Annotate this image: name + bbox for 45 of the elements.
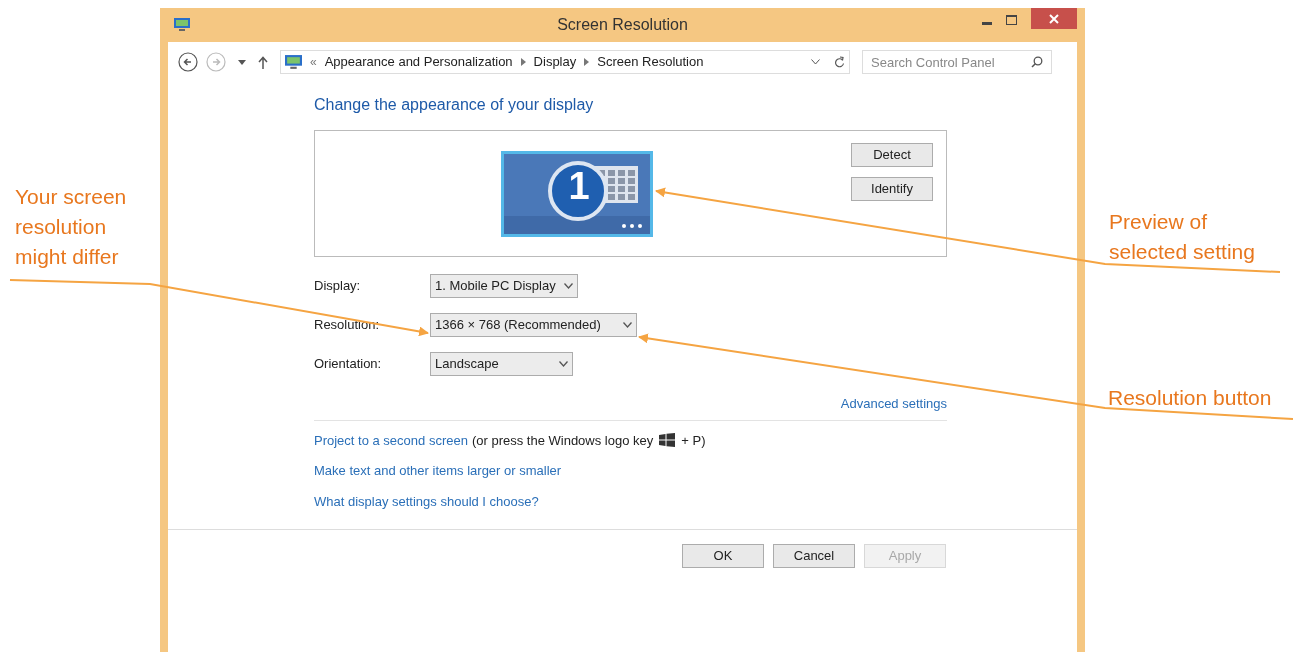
search-icon: [1031, 55, 1043, 68]
page-heading: Change the appearance of your display: [314, 95, 595, 115]
field-label: Display:: [314, 277, 362, 296]
callout-label: Your screen resolution might differ: [15, 184, 128, 270]
breadcrumb-separator-icon[interactable]: [520, 58, 526, 66]
monitor-icon: [285, 54, 302, 70]
field-label: Resolution:: [314, 316, 381, 335]
maximize-icon[interactable]: [1006, 15, 1017, 25]
advanced-settings-link[interactable]: Advanced settings: [840, 394, 947, 414]
callout-label: Resolution button: [1108, 385, 1272, 411]
monitor-preview-drawing[interactable]: [501, 151, 653, 237]
field-label: Orientation:: [314, 355, 383, 374]
dropdown-field[interactable]: 1366 × 768 (Recommended): [430, 313, 637, 337]
close-icon[interactable]: [1049, 13, 1059, 24]
refresh-icon[interactable]: [834, 56, 845, 68]
overflow-chevron[interactable]: «: [310, 53, 317, 71]
dropdown-field[interactable]: Landscape: [430, 352, 573, 376]
breadcrumb-item[interactable]: Display: [533, 52, 577, 72]
dialog-button[interactable]: Cancel: [773, 544, 855, 568]
hint-text: (or press the Windows logo key: [471, 431, 654, 450]
search-field[interactable]: Search Control Panel: [862, 50, 1052, 75]
close-button[interactable]: [1031, 8, 1077, 29]
dialog-button[interactable]: OK: [682, 544, 764, 568]
windows-logo-icon: [659, 433, 676, 448]
preview-button[interactable]: Identify: [851, 177, 933, 201]
hint-text: + P): [681, 431, 706, 450]
project-link[interactable]: Project to a second screen: [314, 430, 468, 450]
dropdown-caret-icon[interactable]: [811, 59, 820, 65]
breadcrumb-separator-icon[interactable]: [584, 58, 590, 66]
caret-icon: [559, 361, 568, 367]
monitor-icon: [174, 18, 190, 32]
preview-button[interactable]: Detect: [851, 143, 933, 167]
breadcrumb-item[interactable]: Screen Resolution: [597, 52, 704, 72]
dropdown-caret-icon[interactable]: [238, 59, 246, 65]
callout-label: Preview of selected setting: [1109, 209, 1256, 265]
caret-icon: [623, 322, 632, 328]
help-link[interactable]: Make text and other items larger or smaller: [314, 461, 562, 481]
monitor-number: 1: [567, 167, 591, 205]
window-title: Screen Resolution: [557, 15, 688, 35]
up-arrow-icon[interactable]: [258, 55, 268, 69]
help-link[interactable]: What display settings should I choose?: [314, 491, 539, 511]
caret-icon: [564, 283, 573, 289]
breadcrumb-item[interactable]: Appearance and Personalization: [324, 52, 513, 72]
dropdown-field[interactable]: 1. Mobile PC Display: [430, 274, 578, 298]
address-bar[interactable]: « Appearance and Personalization Display Screen Resolution: [280, 50, 850, 74]
